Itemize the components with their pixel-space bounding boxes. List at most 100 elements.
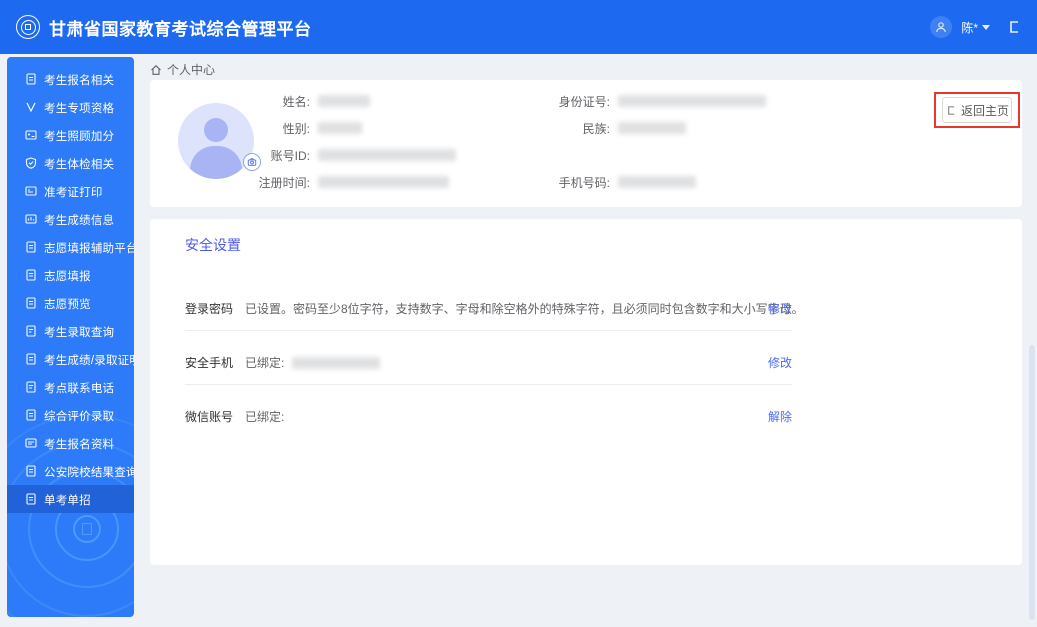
modify-phone-link[interactable]: 修改 [768,354,792,371]
field-account-id: 账号ID: [178,147,456,163]
account-id-value-redacted [318,149,456,161]
secure-phone-desc: 已绑定: [245,354,381,371]
card-icon [24,129,37,142]
sidebar-item-score-info[interactable]: 考生成绩信息 [7,205,134,233]
register-time-value-redacted [318,176,449,188]
field-gender: 性别: [178,120,362,136]
flag-doc-icon [24,325,37,338]
check-v-icon [24,101,37,114]
id-number-value-redacted [618,95,766,107]
login-password-label: 登录密码 [185,302,234,316]
secure-phone-value-redacted [292,356,381,369]
sidebar-item-label: 准考证打印 [44,184,103,199]
id-number-label: 身份证号: [558,94,610,109]
platform-seal-logo-icon [16,15,40,39]
id-card-icon [24,185,37,198]
gender-label: 性别: [282,121,310,136]
sidebar-item-police-college-result-query[interactable]: 公安院校结果查询 [7,457,134,485]
document-icon [24,409,37,422]
field-ethnicity: 民族: [490,120,686,136]
report-icon [24,213,37,226]
sidebar-item-label: 考生成绩/录取证明 [44,352,134,367]
sidebar-item-application-filling[interactable]: 志愿填报 [7,261,134,289]
unbind-wechat-link[interactable]: 解除 [768,408,792,425]
sidebar-item-label: 考生专项资格 [44,100,115,115]
login-password-desc: 已设置。密码至少8位字符，支持数字、字母和除空格外的特殊字符，且必须同时包含数字… [245,302,804,316]
document-icon [24,269,37,282]
user-name-label: 陈* [961,20,978,35]
sidebar-item-application-assist-platform[interactable]: 志愿填报辅助平台 [7,233,134,261]
sidebar-item-label: 考生录取查询 [44,324,115,339]
phone-value-redacted [618,176,696,188]
breadcrumb: 个人中心 [150,61,215,78]
security-row-login-password: 登录密码 已设置。密码至少8位字符，支持数字、字母和除空格外的特殊字符，且必须同… [150,297,1022,317]
document-icon [24,241,37,254]
sidebar-item-label: 单考单招 [44,492,91,507]
document-icon [24,73,37,86]
profile-card: 姓名: 身份证号: 性别: 民族: 账号ID: 注册时间: 手机号码: [150,80,1022,207]
header-user-area: 陈* [930,16,1021,38]
folder-doc-icon [24,437,37,450]
return-icon [948,105,955,115]
sidebar-item-label: 考生体检相关 [44,156,115,171]
chevron-down-icon [982,24,990,30]
secure-phone-label: 安全手机 [185,356,234,370]
sidebar-item-comprehensive-evaluation-admission[interactable]: 综合评价录取 [7,401,134,429]
security-row-wechat: 微信账号 已绑定: 解除 [150,405,1022,425]
document-icon [24,493,37,506]
sidebar-item-label: 志愿填报 [44,268,91,283]
divider [185,330,792,331]
wechat-label: 微信账号 [185,410,234,424]
register-time-label: 注册时间: [258,175,310,190]
sidebar-item-label: 考生报名相关 [44,72,115,87]
ethnicity-label: 民族: [582,121,610,136]
field-name: 姓名: [178,93,370,109]
sidebar-item-application-preview[interactable]: 志愿预览 [7,289,134,317]
app-root: 甘肃省国家教育考试综合管理平台 陈* 考生报名相关 考生专项资格 考生照顾加分 [0,0,1037,627]
page-title: 甘肃省国家教育考试综合管理平台 [49,19,312,39]
document-icon [24,297,37,310]
security-section-title: 安全设置 [185,237,241,253]
modify-password-link[interactable]: 修改 [768,300,792,317]
security-settings-card: 安全设置 登录密码 已设置。密码至少8位字符，支持数字、字母和除空格外的特殊字符… [150,219,1022,565]
sidebar-item-preferential-points[interactable]: 考生照顾加分 [7,121,134,149]
sidebar-item-admission-ticket-print[interactable]: 准考证打印 [7,177,134,205]
sidebar-item-admission-query[interactable]: 考生录取查询 [7,317,134,345]
sidebar-item-label: 志愿填报辅助平台 [44,240,134,255]
sidebar-item-special-qualification[interactable]: 考生专项资格 [7,93,134,121]
sidebar-item-registration-materials[interactable]: 考生报名资料 [7,429,134,457]
sidebar-item-label: 志愿预览 [44,296,91,311]
top-header: 甘肃省国家教育考试综合管理平台 陈* [0,0,1037,54]
phone-label: 手机号码: [558,175,610,190]
sidebar-item-separate-exam-enrollment[interactable]: 单考单招 [7,485,134,513]
gender-value-redacted [318,122,362,134]
certificate-icon [24,353,37,366]
field-register-time: 注册时间: [178,174,449,190]
logout-icon[interactable] [1007,20,1021,34]
vertical-scrollbar[interactable] [1029,345,1035,620]
sidebar-item-score-admission-certificate[interactable]: 考生成绩/录取证明 [7,345,134,373]
name-value-redacted [318,95,370,107]
sidebar-item-candidate-registration[interactable]: 考生报名相关 [7,65,134,93]
sidebar-item-exam-site-phone[interactable]: 考点联系电话 [7,373,134,401]
user-avatar-icon[interactable] [930,16,953,38]
return-home-button[interactable]: 返回主页 [942,97,1012,123]
ethnicity-value-redacted [618,122,686,134]
shield-check-icon [24,157,37,170]
sidebar-nav: 考生报名相关 考生专项资格 考生照顾加分 考生体检相关 准考证打印 考生成绩信息… [7,57,134,617]
home-icon [151,64,161,75]
breadcrumb-label: 个人中心 [167,63,216,77]
sidebar-item-label: 综合评价录取 [44,408,115,423]
return-home-label: 返回主页 [960,103,1009,118]
document-icon [24,465,37,478]
sidebar-item-label: 公安院校结果查询 [44,464,134,479]
security-row-secure-phone: 安全手机 已绑定: 修改 [150,351,1022,371]
sidebar-item-label: 考生照顾加分 [44,128,115,143]
sidebar-item-label: 考点联系电话 [44,380,115,395]
field-phone: 手机号码: [490,174,696,190]
sidebar-item-physical-exam[interactable]: 考生体检相关 [7,149,134,177]
user-menu[interactable]: 陈* [961,19,990,36]
secure-phone-status: 已绑定: [245,356,285,370]
wechat-desc: 已绑定: [245,410,285,424]
user-profile-avatar[interactable] [178,103,254,179]
